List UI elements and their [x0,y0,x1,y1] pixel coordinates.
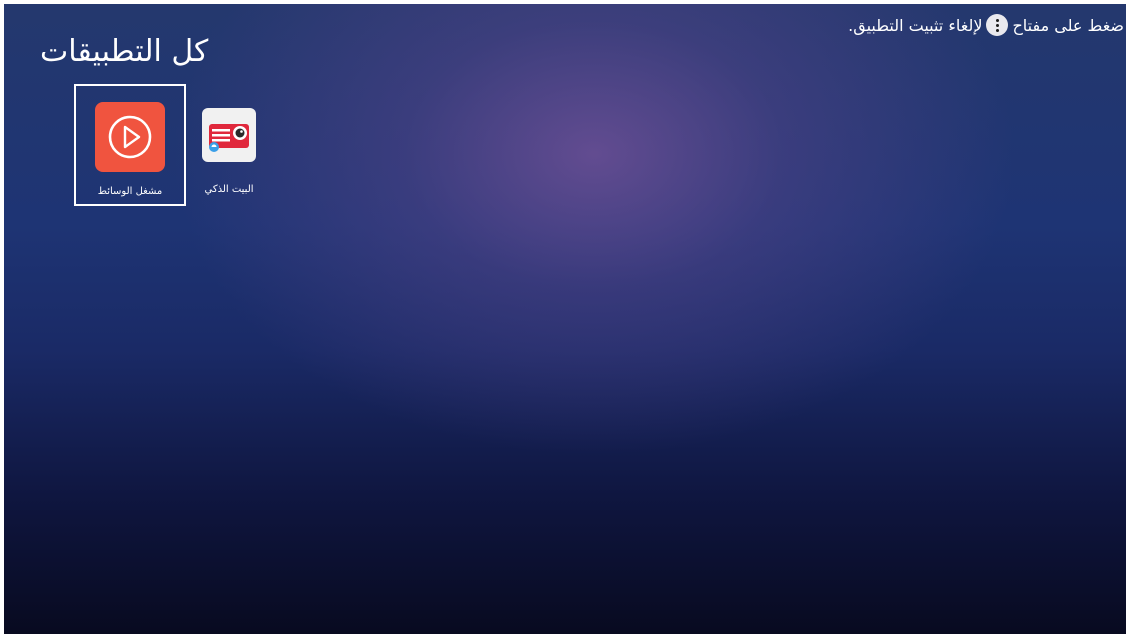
app-tile-smart-home[interactable]: البيت الذكي [173,84,285,206]
media-player-app-icon [95,102,165,172]
vertical-dots-menu-icon [986,14,1009,36]
smart-home-app-icon [202,108,256,162]
media-player-play-icon [95,102,165,172]
app-label: البيت الذكي [204,184,254,195]
hint-text-after: لإلغاء تثبيت التطبيق. [848,15,983,35]
app-launcher-screen: كل التطبيقات ضغط على مفتاح لإلغاء تثبيت … [4,4,1126,634]
smart-home-projector-icon [202,108,256,162]
uninstall-hint: ضغط على مفتاح لإلغاء تثبيت التطبيق. [848,14,1124,36]
page-title: كل التطبيقات [40,34,209,69]
hint-text-before: ضغط على مفتاح [1012,15,1124,35]
app-tile-media-player[interactable]: مشغل الوسائط [74,84,186,206]
app-label: مشغل الوسائط [97,186,163,197]
